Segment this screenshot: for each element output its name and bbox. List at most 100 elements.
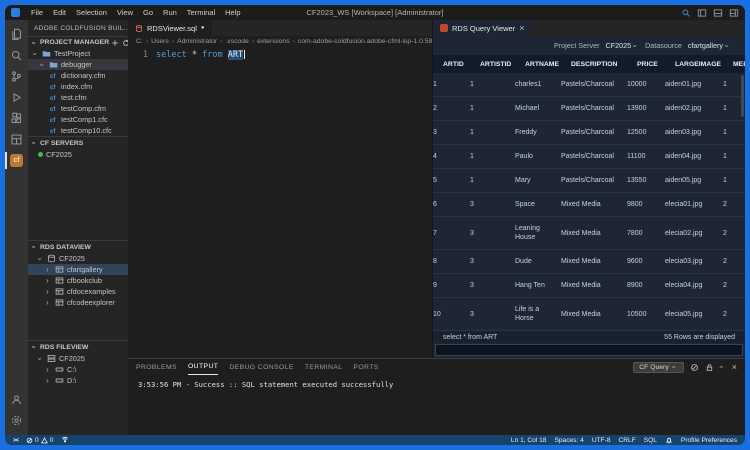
customize-layout-icon[interactable] xyxy=(729,8,739,18)
tree-item-file[interactable]: dictionary.cfm xyxy=(28,70,128,81)
menu-item[interactable]: Help xyxy=(220,8,245,17)
menu-item[interactable]: Terminal xyxy=(182,8,220,17)
breadcrumb-item[interactable]: .vscode xyxy=(217,38,248,45)
panel-tab[interactable]: PORTS xyxy=(353,359,378,375)
tab-rds-query-viewer[interactable]: RDS Query Viewer xyxy=(433,20,532,36)
clear-output-icon[interactable] xyxy=(690,363,699,372)
tree-item-drive[interactable]: D:\ xyxy=(28,375,128,386)
breadcrumb-item[interactable]: C: xyxy=(136,38,143,45)
cf-servers-header[interactable]: CF SERVERS xyxy=(28,137,128,149)
close-icon[interactable] xyxy=(519,24,524,33)
maximize-panel-icon[interactable] xyxy=(720,364,726,370)
lock-icon[interactable] xyxy=(705,363,714,372)
panel-tab[interactable]: TERMINAL xyxy=(305,359,343,375)
add-icon[interactable] xyxy=(111,39,119,47)
section-label: PROJECT MANAGER xyxy=(40,39,110,47)
tree-item-datasource[interactable]: cfdocexamples xyxy=(28,286,128,297)
column-header[interactable]: MEDIA xyxy=(733,61,745,68)
menu-item[interactable]: View xyxy=(112,8,138,17)
tree-item-file[interactable]: testComp10.cfc xyxy=(28,125,128,136)
panel-tab[interactable]: OUTPUT xyxy=(187,359,219,375)
panel-tab[interactable]: DEBUG CONSOLE xyxy=(229,359,294,375)
tree-item-datasource[interactable]: cfcodeexplorer xyxy=(28,297,128,308)
search-sidebar-icon[interactable] xyxy=(5,45,28,66)
menu-item[interactable]: File xyxy=(26,8,48,17)
run-debug-icon[interactable] xyxy=(5,87,28,108)
breadcrumb-item[interactable]: com-adobe-coldfusion.adobe-cfml-lsp-1.0.… xyxy=(290,38,432,45)
table-row[interactable]: 5 1 Mary Pastels/Charcoal 13550 aiden05.… xyxy=(433,169,745,193)
table-row[interactable]: 10 3 Life is a Horse Mixed Media 10500 e… xyxy=(433,298,745,330)
output-channel-select[interactable]: CF Query xyxy=(633,361,684,373)
query-input[interactable] xyxy=(435,344,743,356)
tree-item-testproject[interactable]: TestProject xyxy=(28,49,128,60)
status-item[interactable]: CRLF xyxy=(619,437,636,444)
status-item[interactable]: Spaces: 4 xyxy=(554,437,583,444)
column-header[interactable]: PRICE xyxy=(637,61,673,68)
source-control-icon[interactable] xyxy=(5,66,28,87)
tree-item-fileview-server[interactable]: CF2025 xyxy=(28,353,128,364)
code-editor[interactable]: 1 select * from ART xyxy=(128,47,432,358)
tree-item-drive[interactable]: C:\ xyxy=(28,364,128,375)
toggle-panel-icon[interactable] xyxy=(713,8,723,18)
account-icon[interactable] xyxy=(5,389,28,410)
menu-item[interactable]: Run xyxy=(158,8,182,17)
remote-explorer-icon[interactable] xyxy=(5,129,28,150)
column-header[interactable]: ARTNAME xyxy=(525,61,569,68)
table-row[interactable]: 9 3 Hang Ten Mixed Media 8900 elecia04.j… xyxy=(433,274,745,298)
table-row[interactable]: 4 1 Paulo Pastels/Charcoal 11100 aiden04… xyxy=(433,145,745,169)
menu-item[interactable]: Edit xyxy=(48,8,71,17)
menu-item[interactable]: Selection xyxy=(71,8,112,17)
breadcrumb-item[interactable]: Users xyxy=(143,38,169,45)
rds-fileview-header[interactable]: RDS FILEVIEW xyxy=(28,341,128,353)
coldfusion-icon[interactable] xyxy=(5,150,28,171)
project-server-select[interactable]: CF2025 xyxy=(606,41,640,50)
problems-indicator[interactable]: 0 0 xyxy=(26,437,53,444)
toggle-sidebar-icon[interactable] xyxy=(697,8,707,18)
profile-preferences-item[interactable]: Profile Preferences xyxy=(681,437,737,444)
table-row[interactable]: 8 3 Dude Mixed Media 9600 elecia03.jpg 2 xyxy=(433,250,745,274)
status-item[interactable]: SQL xyxy=(644,437,657,444)
tree-item-file[interactable]: testComp1.cfc xyxy=(28,114,128,125)
tree-item-debugger[interactable]: debugger xyxy=(28,59,128,70)
breadcrumb-item[interactable]: Administrator xyxy=(169,38,217,45)
tree-item-cf2025-server[interactable]: CF2025 xyxy=(28,149,128,160)
extensions-icon[interactable] xyxy=(5,108,28,129)
menu-item[interactable]: Go xyxy=(138,8,158,17)
table-row[interactable]: 1 1 charles1 Pastels/Charcoal 10000 aide… xyxy=(433,73,745,97)
app-icon[interactable] xyxy=(11,8,20,17)
scrollbar[interactable] xyxy=(741,75,744,117)
tree-item-file[interactable]: testComp.cfm xyxy=(28,103,128,114)
tree-item-file[interactable]: test.cfm xyxy=(28,92,128,103)
column-header[interactable]: DESCRIPTION xyxy=(571,61,635,68)
status-item[interactable]: UTF-8 xyxy=(592,437,611,444)
panel-tab[interactable]: PROBLEMS xyxy=(136,359,177,375)
column-header[interactable]: ARTISTID xyxy=(480,61,523,68)
cfml-file-icon xyxy=(50,126,58,135)
tree-item-datasource[interactable]: cfbookclub xyxy=(28,275,128,286)
project-manager-header[interactable]: PROJECT MANAGER xyxy=(28,37,128,49)
tree-item-file[interactable]: index.cfm xyxy=(28,81,128,92)
broadcast-icon[interactable] xyxy=(61,436,69,444)
rds-dataview-header[interactable]: RDS DATAVIEW xyxy=(28,241,128,253)
close-panel-icon[interactable] xyxy=(732,363,737,372)
bottom-panel: PROBLEMS OUTPUT DEBUG CONSOLE TERMINAL PORTS… xyxy=(128,358,745,435)
table-row[interactable]: 3 1 Freddy Pastels/Charcoal 12500 aiden0… xyxy=(433,121,745,145)
column-header[interactable]: ARTID xyxy=(443,61,478,68)
output-content[interactable]: 3:53:56 PM - Success :: SQL statement ex… xyxy=(128,375,745,435)
table-row[interactable]: 6 3 Space Mixed Media 9800 elecia01.jpg … xyxy=(433,193,745,217)
bell-icon[interactable] xyxy=(665,436,673,444)
status-item[interactable]: Ln 1, Col 18 xyxy=(511,437,547,444)
tab-rdsviewer-sql[interactable]: RDSViewer.sql xyxy=(128,20,212,36)
explorer-icon[interactable] xyxy=(5,24,28,45)
search-icon[interactable] xyxy=(681,8,691,18)
column-header[interactable]: LARGEIMAGE xyxy=(675,61,731,68)
settings-gear-icon[interactable] xyxy=(5,410,28,431)
tree-item-datasource[interactable]: cfartgallery xyxy=(28,264,128,275)
table-row[interactable]: 7 3 Leaning House Mixed Media 7800 eleci… xyxy=(433,217,745,250)
tree-item-dataview-server[interactable]: CF2025 xyxy=(28,253,128,264)
datasource-select[interactable]: cfartgallery xyxy=(688,41,731,50)
table-row[interactable]: 2 1 Michael Pastels/Charcoal 13900 aiden… xyxy=(433,97,745,121)
breadcrumb-item[interactable]: extensions xyxy=(249,38,290,45)
modified-dot-icon[interactable] xyxy=(201,25,205,31)
remote-indicator-icon[interactable] xyxy=(13,437,18,444)
